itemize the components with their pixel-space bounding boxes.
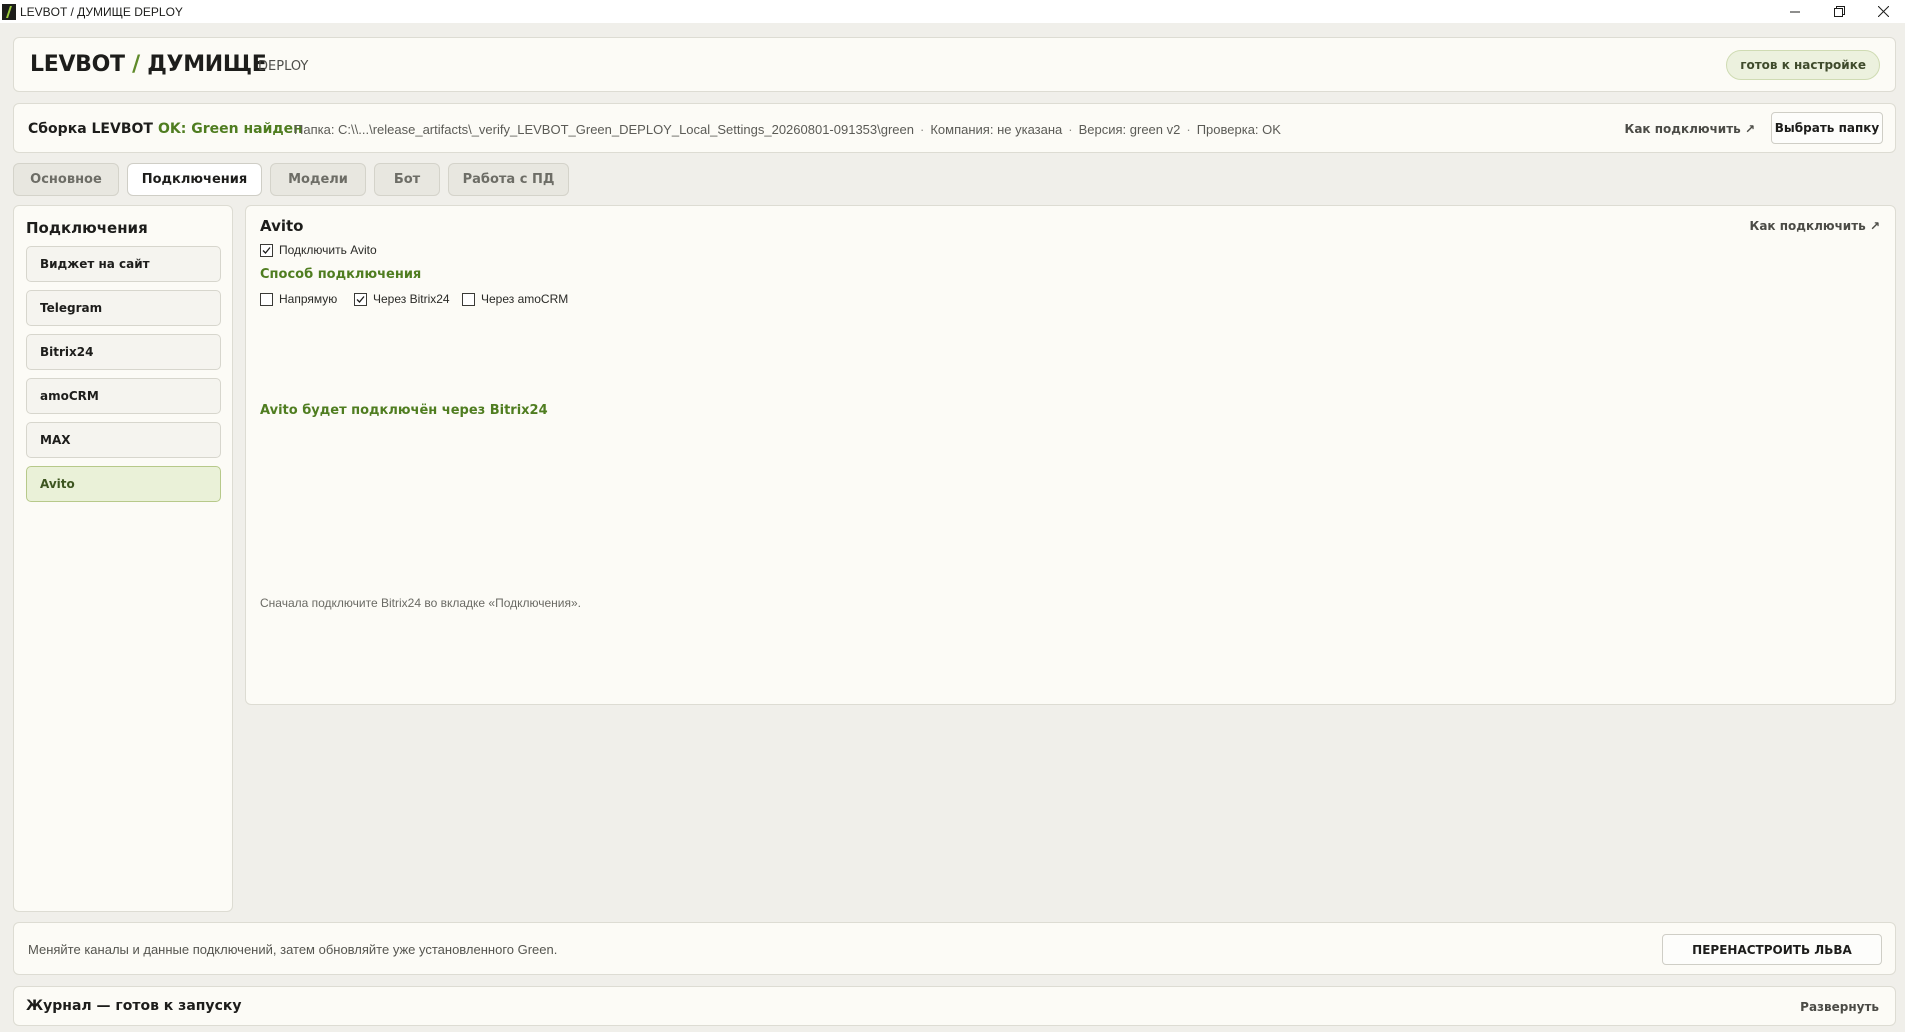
connection-status-message: Avito будет подключён через Bitrix24	[260, 403, 548, 418]
tab-personal-data[interactable]: Работа с ПД	[448, 163, 569, 196]
build-info-bar: Сборка LEVBOT OK: Green найден Папка: C:…	[13, 103, 1896, 153]
journal-bar: Журнал — готов к запуску Развернуть	[13, 986, 1896, 1026]
enable-avito-checkbox[interactable]: Подключить Avito	[260, 243, 377, 257]
howto-link[interactable]: Как подключить ↗	[1625, 122, 1755, 136]
checkbox-label: Напрямую	[279, 292, 338, 306]
status-badge: готов к настройке	[1726, 50, 1880, 80]
close-icon[interactable]	[1861, 0, 1905, 23]
brand-subtitle: DEPLOY	[258, 59, 309, 74]
build-version: Версия: green v2	[1078, 122, 1181, 137]
connections-sidebar: Подключения Виджет на сайт Telegram Bitr…	[13, 205, 233, 912]
sidebar-item-widget[interactable]: Виджет на сайт	[26, 246, 221, 282]
panel-title: Avito	[260, 217, 304, 235]
sidebar-item-amocrm[interactable]: amoCRM	[26, 378, 221, 414]
expand-link[interactable]: Развернуть	[1800, 1000, 1879, 1014]
checkbox-checked-icon[interactable]	[260, 243, 273, 257]
method-direct-checkbox[interactable]: Напрямую	[260, 292, 337, 306]
brand-title: LEVBOT / ДУМИЩЕ	[30, 52, 267, 77]
method-amocrm-checkbox[interactable]: Через amoCRM	[462, 292, 568, 306]
checkbox-unchecked-icon[interactable]	[260, 292, 273, 306]
sidebar-item-bitrix24[interactable]: Bitrix24	[26, 334, 221, 370]
minimize-icon[interactable]	[1773, 0, 1817, 23]
action-bar: Меняйте каналы и данные подключений, зат…	[13, 922, 1896, 975]
build-label: Сборка LEVBOT	[28, 121, 153, 137]
checkbox-label: Подключить Avito	[279, 243, 377, 257]
reconfigure-button[interactable]: ПЕРЕНАСТРОИТЬ ЛЬВА	[1662, 934, 1882, 965]
action-hint: Меняйте каналы и данные подключений, зат…	[28, 942, 558, 957]
journal-title: Журнал — готов к запуску	[26, 998, 242, 1014]
sidebar-title: Подключения	[26, 219, 148, 237]
separator: ·	[920, 122, 925, 137]
sidebar-item-telegram[interactable]: Telegram	[26, 290, 221, 326]
restore-icon[interactable]	[1817, 0, 1861, 23]
checkbox-unchecked-icon[interactable]	[462, 292, 475, 306]
app-header: LEVBOT / ДУМИЩЕ DEPLOY готов к настройке	[13, 37, 1896, 92]
build-company: Компания: не указана	[930, 122, 1063, 137]
connections-list: Виджет на сайт Telegram Bitrix24 amoCRM …	[26, 246, 221, 510]
brand-second: ДУМИЩЕ	[147, 52, 267, 77]
window-controls	[1773, 0, 1905, 23]
sidebar-item-avito[interactable]: Avito	[26, 466, 221, 502]
checkbox-checked-icon[interactable]	[354, 292, 367, 306]
build-meta: Папка: C:\\...\release_artifacts\_verify…	[294, 122, 1281, 137]
tab-models[interactable]: Модели	[270, 163, 366, 196]
method-title: Способ подключения	[260, 267, 422, 282]
tab-connections[interactable]: Подключения	[127, 163, 262, 196]
sidebar-item-max[interactable]: MAX	[26, 422, 221, 458]
choose-folder-button[interactable]: Выбрать папку	[1771, 112, 1883, 144]
checkbox-label: Через amoCRM	[481, 292, 569, 306]
tab-bar: Основное Подключения Модели Бот Работа с…	[13, 163, 569, 196]
tab-main[interactable]: Основное	[13, 163, 119, 196]
avito-settings-panel: Avito Как подключить ↗ Подключить Avito …	[245, 205, 1896, 705]
build-folder: Папка: C:\\...\release_artifacts\_verify…	[294, 122, 915, 137]
window-title: LEVBOT / ДУМИЩЕ DEPLOY	[20, 4, 183, 19]
app-logo-icon	[2, 3, 16, 20]
method-bitrix24-checkbox[interactable]: Через Bitrix24	[354, 292, 450, 306]
tab-bot[interactable]: Бот	[374, 163, 440, 196]
hint-text: Сначала подключите Bitrix24 во вкладке «…	[260, 596, 582, 610]
build-check: Проверка: OK	[1196, 122, 1281, 137]
checkbox-label: Через Bitrix24	[373, 292, 450, 306]
build-status: OK: Green найден	[158, 121, 303, 137]
brand-slash: /	[124, 52, 148, 77]
window-titlebar: LEVBOT / ДУМИЩЕ DEPLOY	[0, 0, 1905, 23]
howto-link[interactable]: Как подключить ↗	[1750, 219, 1880, 233]
separator: ·	[1068, 122, 1073, 137]
brand-main: LEVBOT	[30, 52, 125, 77]
separator: ·	[1186, 122, 1191, 137]
